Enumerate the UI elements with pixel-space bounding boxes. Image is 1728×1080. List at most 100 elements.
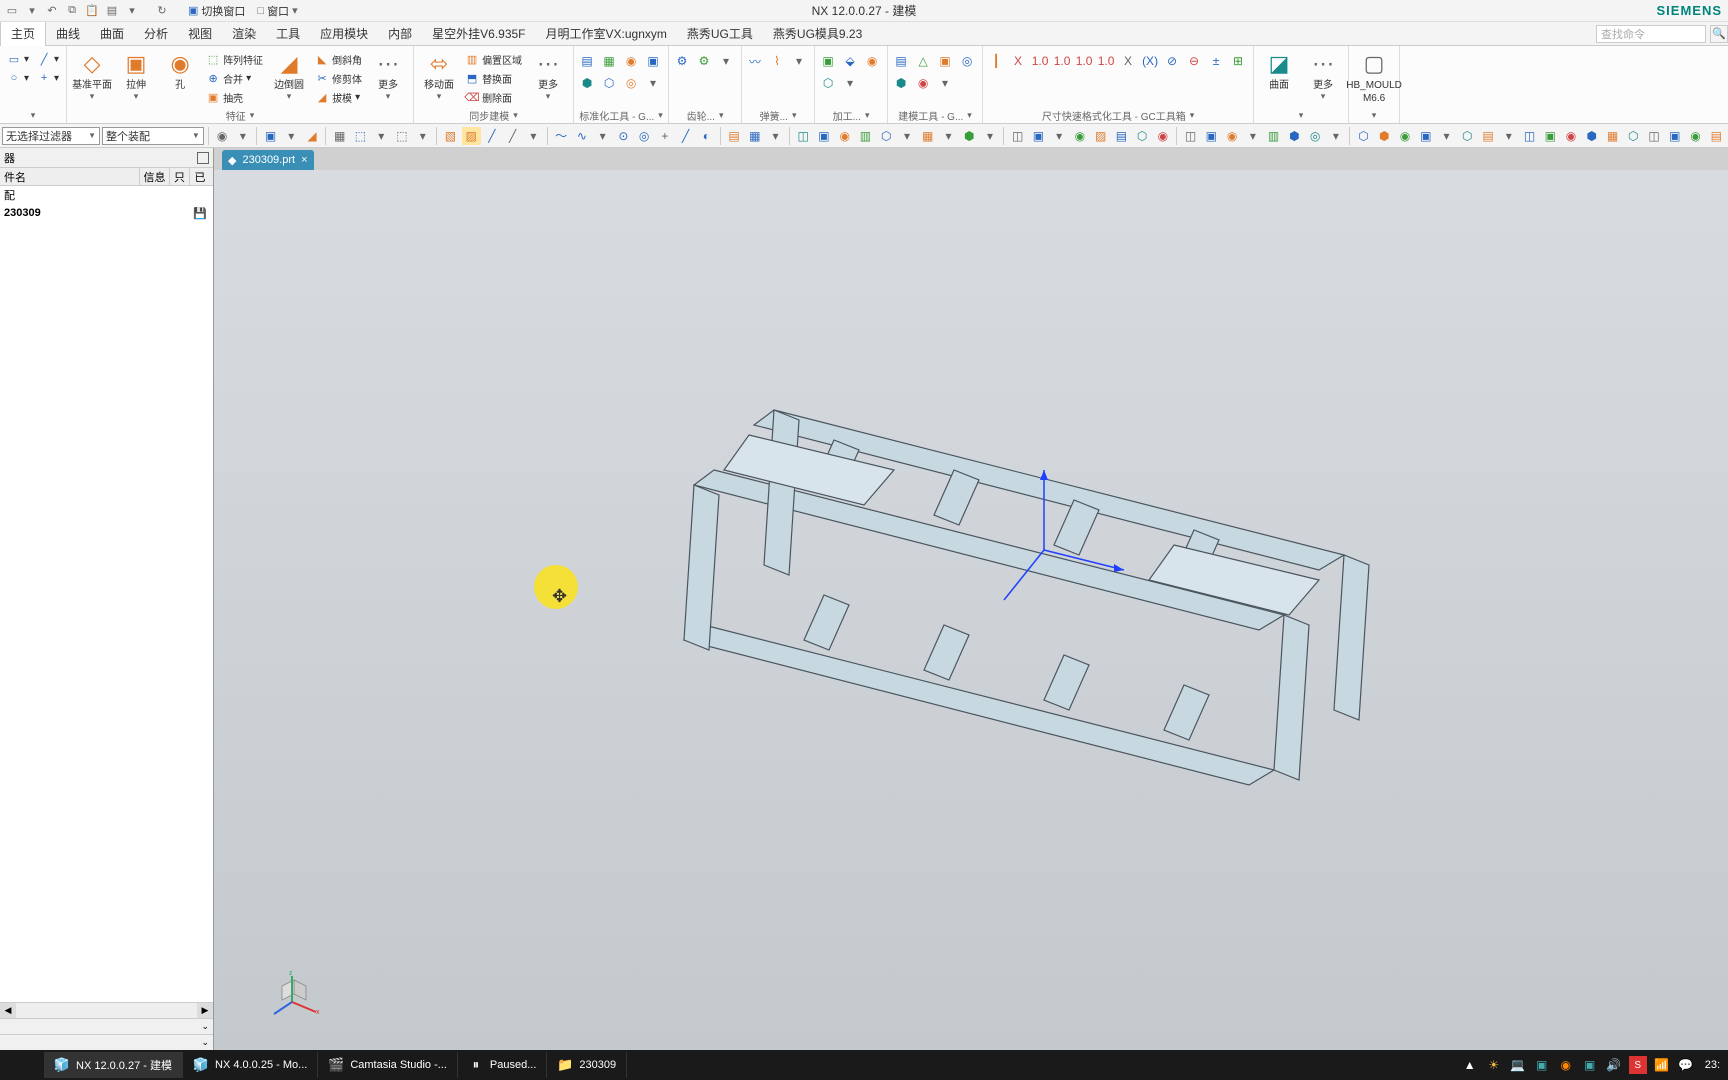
dropdown2-icon[interactable]: ▾ xyxy=(124,3,140,19)
sketch-point-button[interactable]: +▾ xyxy=(34,69,62,87)
fb-icon-12[interactable]: ▨ xyxy=(462,127,481,145)
redo-icon[interactable]: ↻ xyxy=(154,3,170,19)
spring-icon-2[interactable]: ⌇ xyxy=(768,52,786,70)
task-folder[interactable]: 📁230309 xyxy=(547,1052,627,1078)
fb-icon-47[interactable]: ◉ xyxy=(1223,127,1242,145)
view-triad[interactable]: z x xyxy=(272,970,322,1020)
move-face-button[interactable]: ⬄移动面▾ xyxy=(418,48,460,102)
fb-icon-32[interactable]: ▾ xyxy=(898,127,917,145)
tray-vol-icon[interactable]: 🔊 xyxy=(1605,1056,1623,1074)
tray-clock[interactable]: 23: xyxy=(1705,1059,1720,1071)
fb-icon-24[interactable]: ▤ xyxy=(725,127,744,145)
edge-blend-button[interactable]: ◢边倒圆▾ xyxy=(268,48,310,102)
fb-icon-49[interactable]: ▥ xyxy=(1264,127,1283,145)
tray-net-icon[interactable]: 💻 xyxy=(1509,1056,1527,1074)
fb-icon-16[interactable]: 〜 xyxy=(552,127,571,145)
fb-icon-35[interactable]: ⬢ xyxy=(960,127,979,145)
fb-icon-66[interactable]: ⬡ xyxy=(1624,127,1643,145)
menu-surface[interactable]: 曲面 xyxy=(90,22,134,46)
fb-icon-3[interactable]: ▣ xyxy=(261,127,280,145)
fb-icon-36[interactable]: ▾ xyxy=(981,127,1000,145)
fb-icon-61[interactable]: ◫ xyxy=(1520,127,1539,145)
std-dropdown-icon[interactable]: ▾ xyxy=(644,74,662,92)
dim-icon-6[interactable]: 1.0 xyxy=(1097,52,1115,70)
col-readonly[interactable]: 只 xyxy=(170,168,190,185)
mfg-icon-3[interactable]: ◉ xyxy=(863,52,881,70)
fb-icon-54[interactable]: ⬢ xyxy=(1375,127,1394,145)
model-icon-1[interactable]: ▤ xyxy=(892,52,910,70)
fb-icon-17[interactable]: ∿ xyxy=(572,127,591,145)
sketch-circle-button[interactable]: ○▾ xyxy=(4,69,32,87)
model-icon-5[interactable]: ⬢ xyxy=(892,74,910,92)
fb-icon-53[interactable]: ⬡ xyxy=(1354,127,1373,145)
surface-button[interactable]: ◪曲面 xyxy=(1258,48,1300,91)
task-nx12[interactable]: 🧊NX 12.0.0.27 - 建模 xyxy=(44,1052,183,1078)
tray-ime-icon[interactable]: S xyxy=(1629,1056,1647,1074)
fb-icon-28[interactable]: ▣ xyxy=(815,127,834,145)
fb-icon-43[interactable]: ⬡ xyxy=(1133,127,1152,145)
dim-icon-12[interactable]: ⊞ xyxy=(1229,52,1247,70)
dim-icon-11[interactable]: ± xyxy=(1207,52,1225,70)
fb-icon-15[interactable]: ▾ xyxy=(524,127,543,145)
fb-icon-46[interactable]: ▣ xyxy=(1202,127,1221,145)
fb-icon-56[interactable]: ▣ xyxy=(1416,127,1435,145)
model-icon-3[interactable]: ▣ xyxy=(936,52,954,70)
menu-internal[interactable]: 内部 xyxy=(378,22,422,46)
3d-viewport[interactable]: ✥ z x xyxy=(214,170,1728,1050)
dim-icon-10[interactable]: ⊖ xyxy=(1185,52,1203,70)
spring-dropdown-icon[interactable]: ▾ xyxy=(790,52,808,70)
dropdown-icon[interactable]: ▾ xyxy=(24,3,40,19)
fb-icon-48[interactable]: ▾ xyxy=(1243,127,1262,145)
model-dropdown-icon[interactable]: ▾ xyxy=(936,74,954,92)
tree-row[interactable]: 配 xyxy=(0,186,213,204)
fb-icon-39[interactable]: ▾ xyxy=(1050,127,1069,145)
dim-icon-2[interactable]: X xyxy=(1009,52,1027,70)
tray-wechat-icon[interactable]: 💬 xyxy=(1677,1056,1695,1074)
menu-yanxiu1[interactable]: 燕秀UG工具 xyxy=(677,22,763,46)
fb-icon-4[interactable]: ▾ xyxy=(282,127,301,145)
menu-render[interactable]: 渲染 xyxy=(222,22,266,46)
menu-curve[interactable]: 曲线 xyxy=(46,22,90,46)
col-saved[interactable]: 已 xyxy=(190,168,210,185)
fb-icon-14[interactable]: ╱ xyxy=(503,127,522,145)
fb-icon-20[interactable]: ◎ xyxy=(635,127,654,145)
fb-icon-64[interactable]: ⬢ xyxy=(1582,127,1601,145)
std-icon-3[interactable]: ◉ xyxy=(622,52,640,70)
new-icon[interactable]: ▭ xyxy=(4,3,20,19)
chamfer-button[interactable]: ◣倒斜角 xyxy=(312,50,365,68)
fb-icon-40[interactable]: ◉ xyxy=(1071,127,1090,145)
std-icon-5[interactable]: ⬢ xyxy=(578,74,596,92)
tray-app2-icon[interactable]: ◉ xyxy=(1557,1056,1575,1074)
fb-icon-10[interactable]: ▾ xyxy=(413,127,432,145)
hole-button[interactable]: ◉孔 xyxy=(159,48,201,91)
nav-collapse-2[interactable]: ⌄ xyxy=(0,1034,213,1050)
offset-region-button[interactable]: ▥偏置区域 xyxy=(462,50,525,68)
fb-icon-31[interactable]: ⬡ xyxy=(877,127,896,145)
fb-icon-68[interactable]: ▣ xyxy=(1665,127,1684,145)
dim-icon-8[interactable]: (X) xyxy=(1141,52,1159,70)
replace-face-button[interactable]: ⬒替换面 xyxy=(462,69,525,87)
fb-icon-33[interactable]: ▦ xyxy=(918,127,937,145)
menu-app[interactable]: 应用模块 xyxy=(310,22,378,46)
std-icon-6[interactable]: ⬡ xyxy=(600,74,618,92)
fb-icon-63[interactable]: ◉ xyxy=(1562,127,1581,145)
fb-icon-7[interactable]: ⬚ xyxy=(351,127,370,145)
gear-icon-1[interactable]: ⚙ xyxy=(673,52,691,70)
dim-icon-1[interactable]: ┃ xyxy=(987,52,1005,70)
model-icon-4[interactable]: ◎ xyxy=(958,52,976,70)
dim-icon-4[interactable]: 1.0 xyxy=(1053,52,1071,70)
menu-view[interactable]: 视图 xyxy=(178,22,222,46)
nav-collapse-1[interactable]: ⌄ xyxy=(0,1018,213,1034)
pattern-button[interactable]: ⬚阵列特征 xyxy=(203,50,266,68)
dim-icon-5[interactable]: 1.0 xyxy=(1075,52,1093,70)
mfg-icon-2[interactable]: ⬙ xyxy=(841,52,859,70)
model-icon-6[interactable]: ◉ xyxy=(914,74,932,92)
fb-icon-37[interactable]: ◫ xyxy=(1008,127,1027,145)
nav-tree[interactable]: 配 230309💾 xyxy=(0,186,213,1002)
model-icon-2[interactable]: △ xyxy=(914,52,932,70)
gear-dropdown-icon[interactable]: ▾ xyxy=(717,52,735,70)
sketch-line-button[interactable]: ▭▾ xyxy=(4,50,32,68)
paste-icon[interactable]: 📋 xyxy=(84,3,100,19)
mfg-icon-4[interactable]: ⬡ xyxy=(819,74,837,92)
fb-icon-65[interactable]: ▦ xyxy=(1603,127,1622,145)
